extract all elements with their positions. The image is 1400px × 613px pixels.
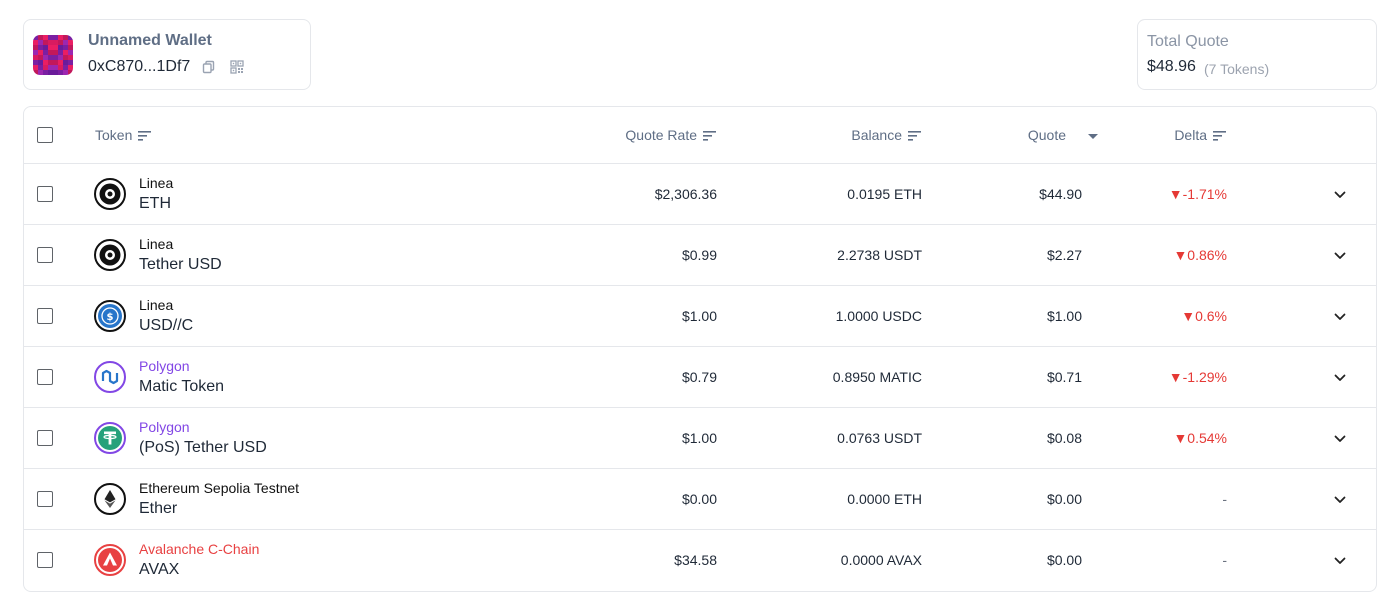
balance: 0.0000 AVAX [840,552,922,568]
quote: $0.00 [1046,552,1082,568]
token-name: Tether USD [139,256,222,273]
header-quote-label: Quote [1027,127,1066,143]
chain-name: Polygon [139,419,190,435]
row-checkbox[interactable] [37,552,53,568]
balance: 2.2738 USDT [837,247,922,263]
linea-icon [94,239,126,271]
usdc-icon: $ [94,300,126,332]
sort-icon [908,131,921,141]
header-delta-label: Delta [1174,127,1207,143]
quote-rate: $34.58 [674,552,717,568]
token-name: ETH [139,195,171,212]
total-quote-value: $48.96 [1147,58,1196,75]
copy-icon[interactable] [202,60,216,74]
quote: $0.00 [1046,491,1082,507]
chain-name: Linea [139,236,174,252]
balance: 0.0763 USDT [837,430,922,446]
wallet-avatar [33,35,73,75]
polygon-icon [94,361,126,393]
row-checkbox[interactable] [37,247,53,263]
table-row[interactable]: $ Linea USD//C $1.00 1.0000 USDC $1.00 ▼0.6% [24,286,1376,347]
total-quote-card: Total Quote $48.96 (7 Tokens) [1137,19,1377,90]
quote-rate: $1.00 [681,308,717,324]
sort-icon [138,131,152,141]
sort-icon [703,131,716,141]
header-balance[interactable]: Balance [851,127,921,143]
delta: ▼0.6% [1181,308,1227,324]
qr-code-icon[interactable] [230,60,244,74]
quote: $0.71 [1046,369,1082,385]
sort-descending-icon [1088,134,1098,140]
row-checkbox[interactable] [37,186,53,202]
quote-rate: $2,306.36 [654,186,717,202]
delta: ▼0.54% [1173,430,1227,446]
balance: 0.8950 MATIC [832,369,922,385]
chain-name: Linea [139,175,174,191]
table-row[interactable]: Ethereum Sepolia Testnet Ether $0.00 0.0000… [24,469,1376,530]
chain-name: Polygon [139,358,190,374]
table-row[interactable]: Avalanche C-Chain AVAX $34.58 0.0000 AVAX $0… [24,530,1376,591]
table-row[interactable]: Polygon (PoS) Tether USD $1.00 0.0763 USDT $… [24,408,1376,469]
table-row[interactable]: Linea Tether USD $0.99 2.2738 USDT $2.27 ▼0.8… [24,225,1376,286]
total-quote-label: Total Quote [1147,33,1229,50]
quote: $2.27 [1046,247,1082,263]
token-name: Ether [139,500,178,517]
linea-icon [94,178,126,210]
delta: ▼-1.71% [1168,186,1227,202]
table-row[interactable]: Polygon Matic Token $0.79 0.8950 MATIC $0.71… [24,347,1376,408]
chain-name: Ethereum Sepolia Testnet [139,480,300,496]
balance: 0.0000 ETH [847,491,922,507]
header-quote-rate[interactable]: Quote Rate [625,127,716,143]
quote-rate: $0.00 [681,491,717,507]
header-balance-label: Balance [851,127,902,143]
chain-name: Avalanche C-Chain [139,541,260,557]
select-all-checkbox[interactable] [37,127,53,143]
table-header: Token Quote Rate Balance Quote Delta [24,107,1376,164]
sort-icon [1213,131,1226,141]
row-checkbox[interactable] [37,308,53,324]
token-name: USD//C [139,317,194,334]
balance: 1.0000 USDC [835,308,922,324]
expand-chevron-icon[interactable] [1333,554,1347,568]
quote-rate: $0.99 [681,247,717,263]
token-table: Token Quote Rate Balance Quote Delta Lin… [23,106,1377,592]
header-quote[interactable]: Quote [1028,127,1098,143]
table-row[interactable]: Linea ETH $2,306.36 0.0195 ETH $44.90 ▼-1.71% [24,164,1376,225]
expand-chevron-icon[interactable] [1333,310,1347,324]
quote: $0.08 [1046,430,1082,446]
wallet-name: Unnamed Wallet [88,32,212,49]
header-token[interactable]: Token [95,127,152,143]
wallet-address: 0xC870...1Df7 [88,58,191,75]
token-name: (PoS) Tether USD [139,439,267,456]
delta: ▼0.86% [1173,247,1227,263]
token-count: (7 Tokens) [1204,61,1270,77]
avalanche-icon [94,544,126,576]
token-name: AVAX [139,561,180,578]
row-checkbox[interactable] [37,430,53,446]
quote-rate: $1.00 [681,430,717,446]
row-checkbox[interactable] [37,491,53,507]
expand-chevron-icon[interactable] [1333,432,1347,446]
delta: - [1222,552,1227,568]
expand-chevron-icon[interactable] [1333,188,1347,202]
expand-chevron-icon[interactable] [1333,371,1347,385]
quote: $1.00 [1046,308,1082,324]
expand-chevron-icon[interactable] [1333,493,1347,507]
token-name: Matic Token [139,378,225,395]
quote-rate: $0.79 [681,369,717,385]
expand-chevron-icon[interactable] [1333,249,1347,263]
ethereum-icon [94,483,126,515]
wallet-card: Unnamed Wallet 0xC870...1Df7 [23,19,311,90]
delta: - [1222,491,1227,507]
header-token-label: Token [95,127,133,143]
chain-name: Linea [139,297,174,313]
quote: $44.90 [1039,186,1082,202]
row-checkbox[interactable] [37,369,53,385]
delta: ▼-1.29% [1168,369,1227,385]
tether-icon [94,422,126,454]
header-delta[interactable]: Delta [1174,127,1226,143]
header-quote-rate-label: Quote Rate [625,127,697,143]
svg-text:$: $ [107,312,114,323]
balance: 0.0195 ETH [847,186,922,202]
